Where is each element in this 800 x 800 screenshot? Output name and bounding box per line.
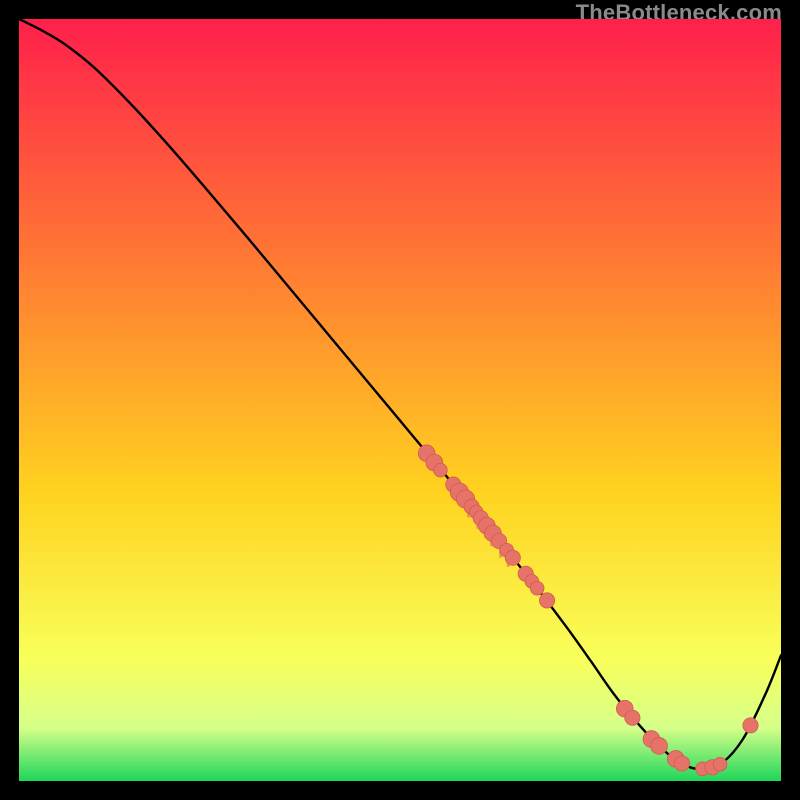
chart-stage: TheBottleneck.com xyxy=(0,0,800,800)
data-marker xyxy=(434,463,448,477)
heatmap-background xyxy=(19,19,781,781)
chart-svg xyxy=(19,19,781,781)
data-marker xyxy=(505,550,520,565)
data-marker xyxy=(539,593,554,608)
data-marker xyxy=(743,718,758,733)
data-marker xyxy=(625,710,640,725)
data-marker xyxy=(674,756,689,771)
data-marker xyxy=(530,581,544,595)
data-marker xyxy=(713,757,727,771)
plot-area xyxy=(19,19,781,781)
data-marker xyxy=(651,738,668,755)
